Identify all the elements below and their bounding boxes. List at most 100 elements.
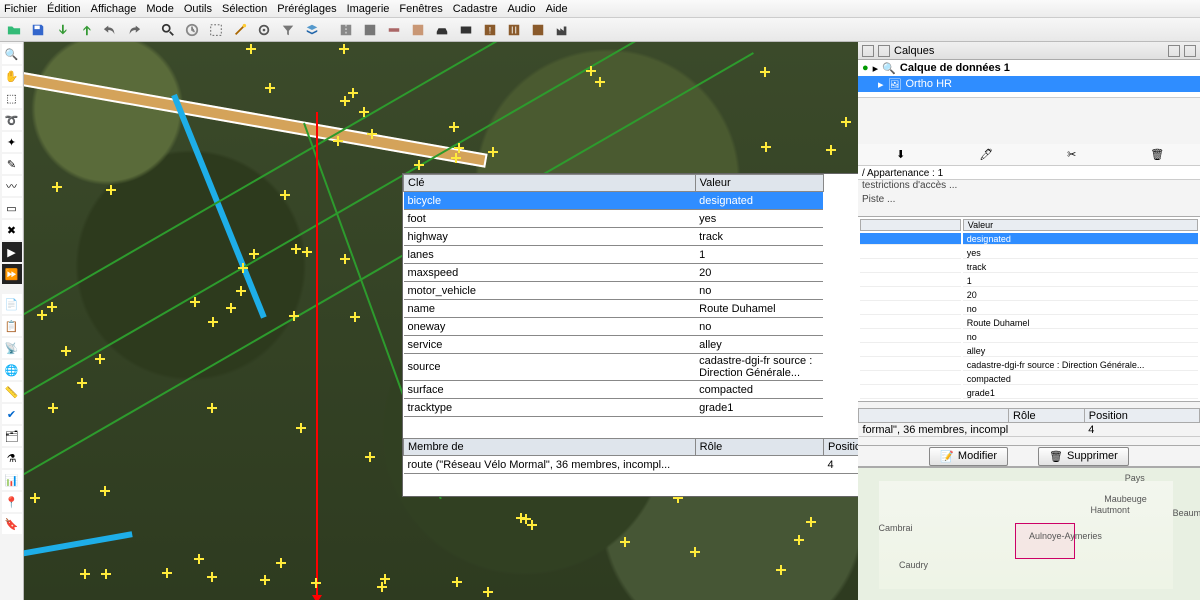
map-node-marker[interactable] (208, 317, 218, 327)
tag-row[interactable]: footyes (404, 210, 929, 228)
menu-fenetres[interactable]: Fenêtres (399, 3, 442, 15)
map-node-marker[interactable] (260, 575, 270, 585)
map-node-marker[interactable] (365, 452, 375, 462)
tag-row[interactable]: onewayno (404, 318, 929, 336)
map-node-marker[interactable] (586, 66, 596, 76)
play-tool-icon[interactable]: ▶ (2, 242, 22, 262)
paste-tag-icon[interactable]: ✂ (1058, 145, 1086, 165)
map-node-marker[interactable] (106, 185, 116, 195)
map-node-marker[interactable] (454, 143, 464, 153)
tag-row[interactable]: highwaytrack (404, 228, 929, 246)
landuse-icon[interactable] (528, 20, 548, 40)
node-tool-icon[interactable]: ✦ (2, 132, 22, 152)
menu-selection[interactable]: Sélection (222, 3, 267, 15)
map-node-marker[interactable] (311, 578, 321, 588)
map-node-marker[interactable] (162, 568, 172, 578)
map-node-marker[interactable] (302, 247, 312, 257)
map-node-marker[interactable] (449, 122, 459, 132)
map-node-marker[interactable] (291, 244, 301, 254)
menu-mode[interactable]: Mode (146, 3, 174, 15)
value-row[interactable]: Route Duhamel (860, 317, 1198, 329)
map-node-marker[interactable] (452, 577, 462, 587)
validate-tool-icon[interactable]: ✔ (2, 404, 22, 424)
map-node-marker[interactable] (841, 117, 851, 127)
menu-edition[interactable]: Édition (47, 3, 81, 15)
value-row[interactable]: no (860, 303, 1198, 315)
edit-tag-icon[interactable]: 🖊 (972, 145, 1000, 165)
copy-tool-icon[interactable]: 📋 (2, 316, 22, 336)
tag-row[interactable]: sourcecadastre-dgi-fr source : Direction… (404, 354, 929, 381)
way-tool-icon[interactable]: 〰 (2, 176, 22, 196)
undo-icon[interactable] (100, 20, 120, 40)
layers-header[interactable]: Calques (858, 42, 1200, 60)
menu-cadastre[interactable]: Cadastre (453, 3, 498, 15)
minimap[interactable]: PaysMaubeugeHautmontBeaumontCambraiAulno… (858, 467, 1200, 600)
map-node-marker[interactable] (794, 535, 804, 545)
filter-icon[interactable] (278, 20, 298, 40)
col-value[interactable]: Valeur (695, 175, 823, 192)
value-row[interactable]: yes (860, 247, 1198, 259)
road-icon[interactable] (336, 20, 356, 40)
map-node-marker[interactable] (333, 136, 343, 146)
save-icon[interactable] (28, 20, 48, 40)
globe-tool-icon[interactable]: 🌐 (2, 360, 22, 380)
map-node-marker[interactable] (296, 423, 306, 433)
layer-tool-icon[interactable]: 🗂 (2, 426, 22, 446)
map-node-marker[interactable] (194, 554, 204, 564)
bridge-icon[interactable] (384, 20, 404, 40)
map-node-marker[interactable] (190, 297, 200, 307)
layer-row[interactable]: ▸ 🖼 Ortho HR (858, 76, 1200, 92)
pin-tool-icon[interactable]: 📍 (2, 492, 22, 512)
menu-prereglages[interactable]: Préréglages (277, 3, 336, 15)
building-icon[interactable] (408, 20, 428, 40)
map-node-marker[interactable] (30, 493, 40, 503)
map-node-marker[interactable] (95, 354, 105, 364)
map-node-marker[interactable] (80, 569, 90, 579)
map-node-marker[interactable] (483, 587, 493, 597)
map-node-marker[interactable] (367, 129, 377, 139)
col-member[interactable]: Membre de (404, 439, 696, 456)
expand-icon[interactable]: ▸ (878, 78, 884, 91)
close-icon[interactable] (1184, 45, 1196, 57)
food-icon[interactable] (504, 20, 524, 40)
search-icon[interactable] (158, 20, 178, 40)
layer-row[interactable]: ● ▸ 🔍 Calque de données 1 (858, 60, 1200, 76)
menu-fichier[interactable]: Fichier (4, 3, 37, 15)
open-icon[interactable] (4, 20, 24, 40)
map-node-marker[interactable] (226, 303, 236, 313)
tag-row[interactable]: surfacecompacted (404, 381, 929, 399)
select-tool-icon[interactable]: ⬚ (2, 88, 22, 108)
restrictions-line[interactable]: testrictions d'accès ... (858, 180, 1200, 194)
map-node-marker[interactable] (826, 145, 836, 155)
map-node-marker[interactable] (236, 286, 246, 296)
map-node-marker[interactable] (246, 44, 256, 54)
upload-icon[interactable] (76, 20, 96, 40)
selected-way[interactable] (316, 112, 318, 600)
layers-list[interactable]: ● ▸ 🔍 Calque de données 1 ▸ 🖼 Ortho HR (858, 60, 1200, 98)
visibility-icon[interactable]: ● (862, 62, 869, 74)
col-key[interactable]: Clé (404, 175, 696, 192)
measure-tool-icon[interactable]: 📏 (2, 382, 22, 402)
industry-icon[interactable] (552, 20, 572, 40)
map-node-marker[interactable] (339, 44, 349, 54)
tags-panel[interactable]: Clé Valeur bicycledesignatedfootyeshighw… (402, 173, 930, 497)
map-node-marker[interactable] (451, 153, 461, 163)
zoom-tool-icon[interactable]: 🔍 (2, 44, 22, 64)
gps-tool-icon[interactable]: 📡 (2, 338, 22, 358)
filter-tool-icon[interactable]: ⚗ (2, 448, 22, 468)
map-node-marker[interactable] (48, 403, 58, 413)
map-node-marker[interactable] (238, 263, 248, 273)
value-row[interactable]: alley (860, 345, 1198, 357)
pin-icon[interactable] (878, 45, 890, 57)
map-node-marker[interactable] (61, 346, 71, 356)
map-node-marker[interactable] (690, 547, 700, 557)
value-row[interactable]: no (860, 331, 1198, 343)
map-node-marker[interactable] (521, 514, 531, 524)
select-icon[interactable] (206, 20, 226, 40)
menu-imagerie[interactable]: Imagerie (347, 3, 390, 15)
draw-tool-icon[interactable]: ✎ (2, 154, 22, 174)
minimap-viewport[interactable] (1015, 523, 1075, 559)
menu-outils[interactable]: Outils (184, 3, 212, 15)
preferences-icon[interactable] (254, 20, 274, 40)
lasso-tool-icon[interactable]: ➰ (2, 110, 22, 130)
